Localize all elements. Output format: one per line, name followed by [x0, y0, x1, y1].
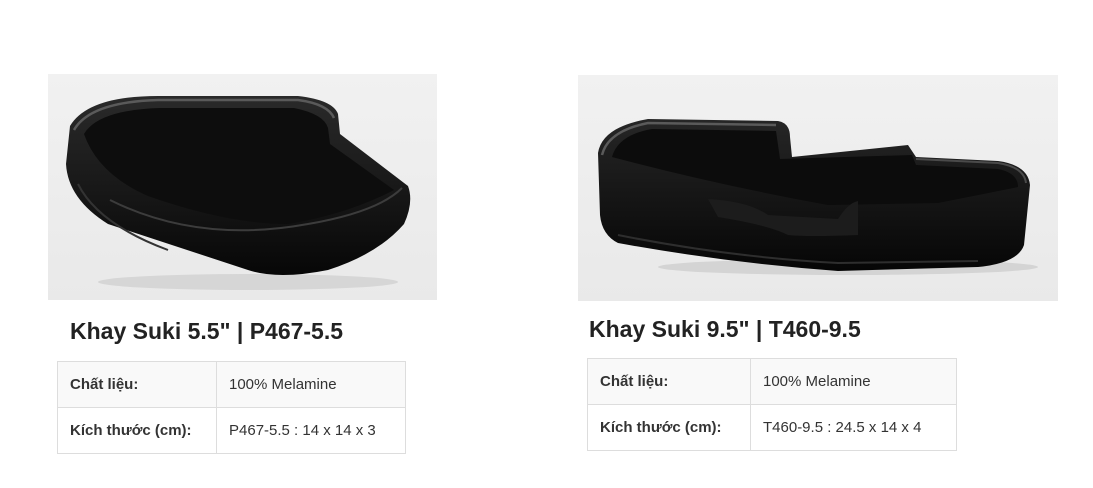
spec-label: Chất liệu: — [57, 361, 217, 408]
spec-row-size: Kích thước (cm): T460-9.5 : 24.5 x 14 x … — [587, 404, 957, 451]
spec-table: Chất liệu: 100% Melamine Kích thước (cm)… — [587, 358, 957, 451]
spec-value: 100% Melamine — [750, 358, 957, 405]
product-image-p467[interactable] — [48, 74, 437, 300]
spec-value: P467-5.5 : 14 x 14 x 3 — [216, 407, 406, 454]
spec-row-material: Chất liệu: 100% Melamine — [57, 361, 406, 408]
spec-row-size: Kích thước (cm): P467-5.5 : 14 x 14 x 3 — [57, 407, 406, 454]
spec-table: Chất liệu: 100% Melamine Kích thước (cm)… — [57, 361, 406, 454]
spec-label: Chất liệu: — [587, 358, 751, 405]
product-title[interactable]: Khay Suki 5.5" | P467-5.5 — [70, 318, 343, 345]
spec-label: Kích thước (cm): — [57, 407, 217, 454]
spec-row-material: Chất liệu: 100% Melamine — [587, 358, 957, 405]
square-tray-illustration — [66, 96, 411, 290]
rectangular-tray-illustration — [598, 119, 1038, 275]
product-image-t460[interactable] — [578, 75, 1058, 301]
spec-value: 100% Melamine — [216, 361, 406, 408]
spec-label: Kích thước (cm): — [587, 404, 751, 451]
spec-value: T460-9.5 : 24.5 x 14 x 4 — [750, 404, 957, 451]
product-title[interactable]: Khay Suki 9.5" | T460-9.5 — [589, 316, 861, 343]
